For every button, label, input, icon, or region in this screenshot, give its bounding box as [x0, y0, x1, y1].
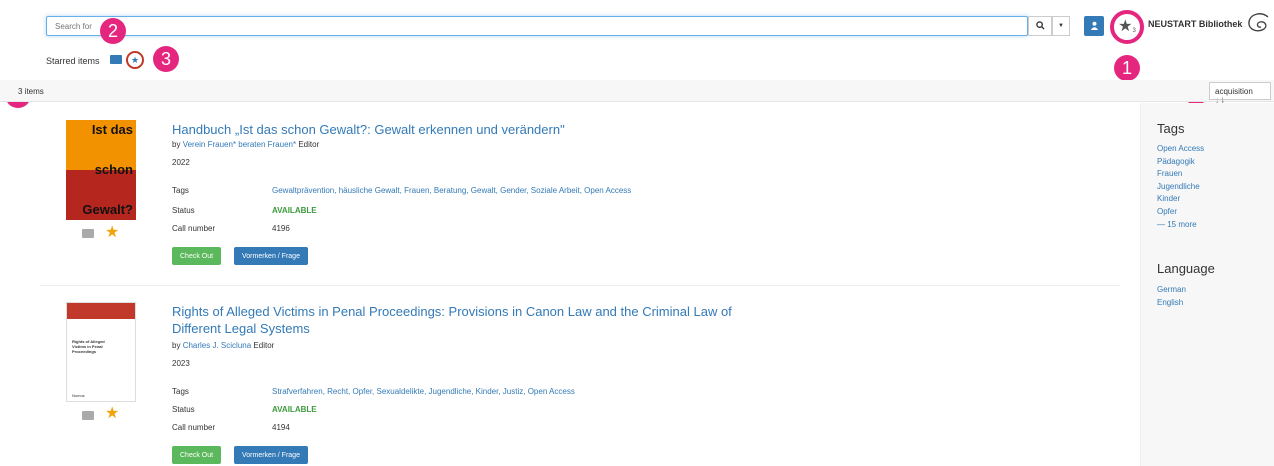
search-input[interactable]: [46, 16, 1028, 36]
status-label: Status: [172, 405, 195, 414]
tag-links[interactable]: Gewaltprävention, häusliche Gewalt, Frau…: [272, 186, 631, 195]
starred-items-label: Starred items: [46, 56, 100, 66]
call-number: 4196: [272, 224, 290, 233]
show-more-link[interactable]: — 15 more: [1157, 220, 1274, 233]
marker-2: 2: [100, 18, 126, 44]
library-logo: [1246, 11, 1272, 37]
email-starred-icon[interactable]: [110, 55, 122, 64]
marker-3: 3: [153, 46, 179, 72]
result-title[interactable]: Handbuch „Ist das schon Gewalt?: Gewalt …: [172, 122, 565, 138]
status-value: AVAILABLE: [272, 206, 317, 215]
results-count: 3 items: [18, 87, 44, 96]
facet-sidebar: Tags Open Access2 Pädagogik1 Frauen1 Jug…: [1140, 103, 1274, 466]
status-label: Status: [172, 206, 195, 215]
star-icon: ★: [1118, 18, 1133, 35]
star-count: 3: [1132, 28, 1136, 34]
facet-item[interactable]: Pädagogik1: [1157, 157, 1274, 170]
tags-label: Tags: [172, 186, 189, 195]
results-toolbar: [0, 80, 1274, 102]
email-icon[interactable]: [82, 229, 94, 238]
user-icon: [1090, 21, 1099, 32]
status-value: AVAILABLE: [272, 405, 317, 414]
result-byline: by Verein Frauen* beraten Frauen* Editor: [172, 140, 320, 149]
sort-select[interactable]: acquisition ↓⇂: [1209, 82, 1271, 105]
tag-links[interactable]: Strafverfahren, Recht, Opfer, Sexualdeli…: [272, 387, 575, 396]
result-year: 2023: [172, 359, 190, 368]
result-year: 2022: [172, 158, 190, 167]
star-icon[interactable]: ★: [105, 406, 119, 422]
facet-item[interactable]: Jugendliche1: [1157, 182, 1274, 195]
book-cover[interactable]: Rights of Alleged Victims in Penal Proce…: [66, 302, 136, 402]
star-icon[interactable]: ★: [105, 225, 119, 241]
language-facet-list: German2 English1: [1157, 285, 1274, 310]
facet-item[interactable]: English1: [1157, 298, 1274, 311]
facet-item[interactable]: Opfer1: [1157, 207, 1274, 220]
sort-label: acquisition: [1215, 87, 1253, 96]
facet-item[interactable]: Frauen1: [1157, 169, 1274, 182]
marker-1: 1: [1114, 55, 1140, 81]
author-link[interactable]: Charles J. Scicluna: [183, 341, 251, 350]
check-out-button[interactable]: Check Out: [172, 446, 222, 464]
search-options-dropdown[interactable]: ▼: [1052, 16, 1070, 36]
tags-facet-heading: Tags: [1157, 121, 1185, 136]
caret-down-icon: ▼: [1058, 23, 1064, 29]
result-title[interactable]: Rights of Alleged Victims in Penal Proce…: [172, 304, 732, 320]
call-number-label: Call number: [172, 224, 216, 233]
cover-publisher: Nomos: [72, 393, 85, 398]
tags-facet-list: Open Access2 Pädagogik1 Frauen1 Jugendli…: [1157, 144, 1274, 232]
book-cover[interactable]: Ist das schon Gewalt?: [66, 120, 136, 220]
search-button[interactable]: [1028, 16, 1052, 36]
cover-text: schon: [94, 162, 133, 177]
account-button[interactable]: [1084, 16, 1104, 36]
facet-item[interactable]: Open Access2: [1157, 144, 1274, 157]
call-number: 4194: [272, 423, 290, 432]
cover-text: Ist das: [91, 122, 133, 137]
cover-text: Gewalt?: [82, 202, 133, 217]
tags-label: Tags: [172, 387, 189, 396]
search-icon: [1035, 20, 1045, 32]
language-facet-heading: Language: [1157, 261, 1215, 276]
call-number-label: Call number: [172, 423, 216, 432]
reserve-button[interactable]: Vormerken / Frage: [234, 247, 308, 265]
reserve-button[interactable]: Vormerken / Frage: [234, 446, 308, 464]
facet-item[interactable]: Kinder1: [1157, 194, 1274, 207]
cover-text: Rights of Alleged Victims in Penal Proce…: [72, 339, 105, 354]
check-out-button[interactable]: Check Out: [172, 247, 222, 265]
result-byline: by Charles J. Scicluna Editor: [172, 341, 275, 350]
starred-items-button[interactable]: ★ 3: [1110, 10, 1144, 44]
library-name: NEUSTART Bibliothek: [1148, 19, 1243, 29]
result-divider: [40, 285, 1120, 286]
starred-list-icon[interactable]: ★: [126, 51, 144, 69]
author-link[interactable]: Verein Frauen* beraten Frauen*: [183, 140, 296, 149]
facet-item[interactable]: German2: [1157, 285, 1274, 298]
email-icon[interactable]: [82, 411, 94, 420]
result-title[interactable]: Different Legal Systems: [172, 321, 310, 337]
